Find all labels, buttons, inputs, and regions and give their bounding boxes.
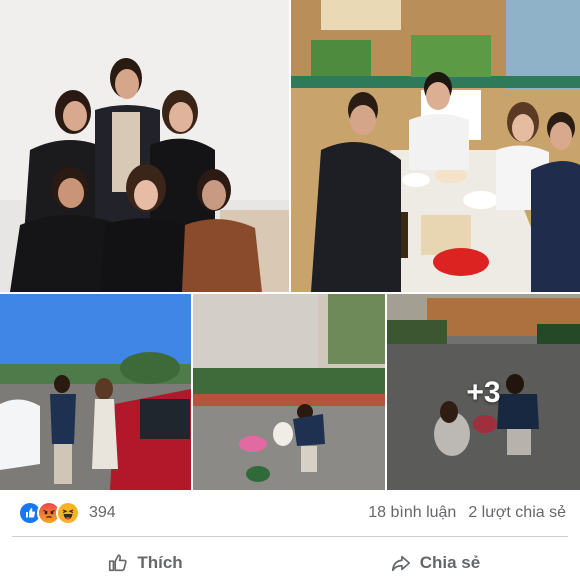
photo-parking-lot[interactable]	[0, 294, 191, 490]
reaction-count: 394	[89, 504, 116, 521]
thumbs-up-icon	[109, 553, 127, 571]
photo-courtyard[interactable]	[193, 294, 385, 490]
share-button[interactable]: Chia sẻ	[290, 537, 580, 588]
reactions-summary[interactable]: 394	[18, 501, 116, 525]
photo-restaurant-table[interactable]	[291, 0, 580, 292]
photo-more-overlay[interactable]: +3	[387, 294, 580, 490]
post-stats-bar: 394 18 bình luận 2 lượt chia sẻ	[0, 490, 580, 536]
photo-group-portrait[interactable]	[0, 0, 289, 292]
more-photos-count[interactable]: +3	[387, 294, 580, 490]
share-arrow-icon	[391, 555, 410, 571]
shares-count-link[interactable]: 2 lượt chia sẻ	[468, 504, 566, 522]
like-button-label: Thích	[137, 552, 183, 572]
share-button-label: Chia sẻ	[419, 552, 481, 572]
post-photo-grid: +3	[0, 0, 580, 490]
like-button[interactable]: Thích	[0, 537, 290, 588]
comments-count-link[interactable]: 18 bình luận	[368, 504, 456, 522]
post-action-bar: Thích Chia sẻ	[0, 537, 580, 588]
haha-icon	[56, 501, 80, 525]
